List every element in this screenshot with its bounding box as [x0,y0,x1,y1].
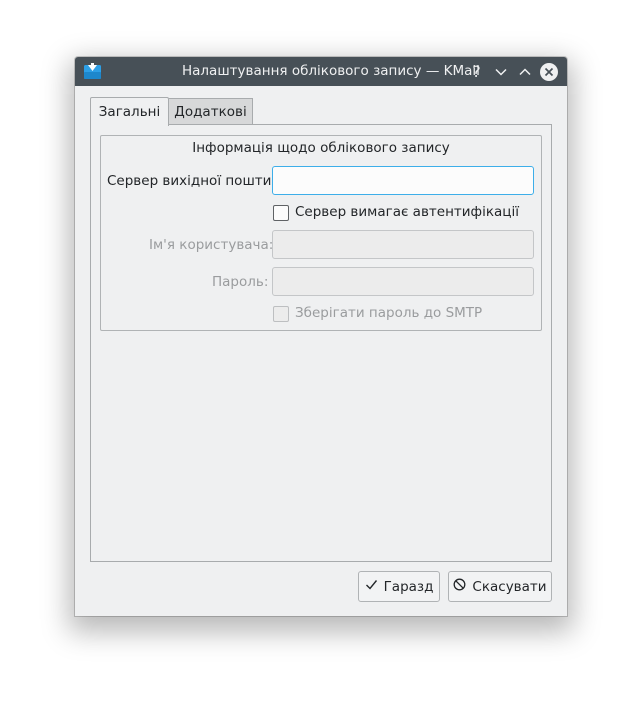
username-input[interactable] [272,230,534,259]
tab-advanced-label: Додаткові [174,104,247,120]
help-icon[interactable]: ? [466,61,487,82]
username-label: Ім'я користувача: [149,237,274,253]
checkmark-icon [365,578,378,595]
cancel-button-label: Скасувати [472,578,547,595]
tab-advanced[interactable]: Додаткові [169,98,253,125]
minimize-icon[interactable] [490,61,511,82]
tab-general-label: Загальні [98,104,161,120]
cancel-icon [453,578,466,595]
window-title: Налаштування облікового запису — KMail [182,63,480,79]
maximize-icon[interactable] [514,61,535,82]
close-icon[interactable] [538,61,559,82]
auth-required-checkbox[interactable] [273,205,289,221]
ok-button-label: Гаразд [383,578,434,595]
store-password-checkbox[interactable] [273,306,289,322]
group-title: Інформація щодо облікового запису [192,140,450,156]
cancel-button[interactable]: Скасувати [448,571,552,602]
outgoing-server-input[interactable] [272,166,534,195]
account-settings-dialog: Налаштування облікового запису — KMail ?… [75,57,567,616]
tab-general[interactable]: Загальні [90,97,169,126]
auth-required-label[interactable]: Сервер вимагає автентифікації [295,204,519,220]
tab-panel-general: Інформація щодо облікового запису Сервер… [90,124,552,562]
account-info-group: Інформація щодо облікового запису Сервер… [100,135,542,331]
password-label: Пароль: [212,274,269,290]
outgoing-server-label: Сервер вихідної пошти: [107,173,276,189]
titlebar[interactable]: Налаштування облікового запису — KMail ? [75,57,567,86]
ok-button[interactable]: Гаразд [358,571,440,602]
kmail-app-icon [83,62,102,81]
password-input[interactable] [272,267,534,296]
store-password-label[interactable]: Зберігати пароль до SMTP [295,305,482,321]
